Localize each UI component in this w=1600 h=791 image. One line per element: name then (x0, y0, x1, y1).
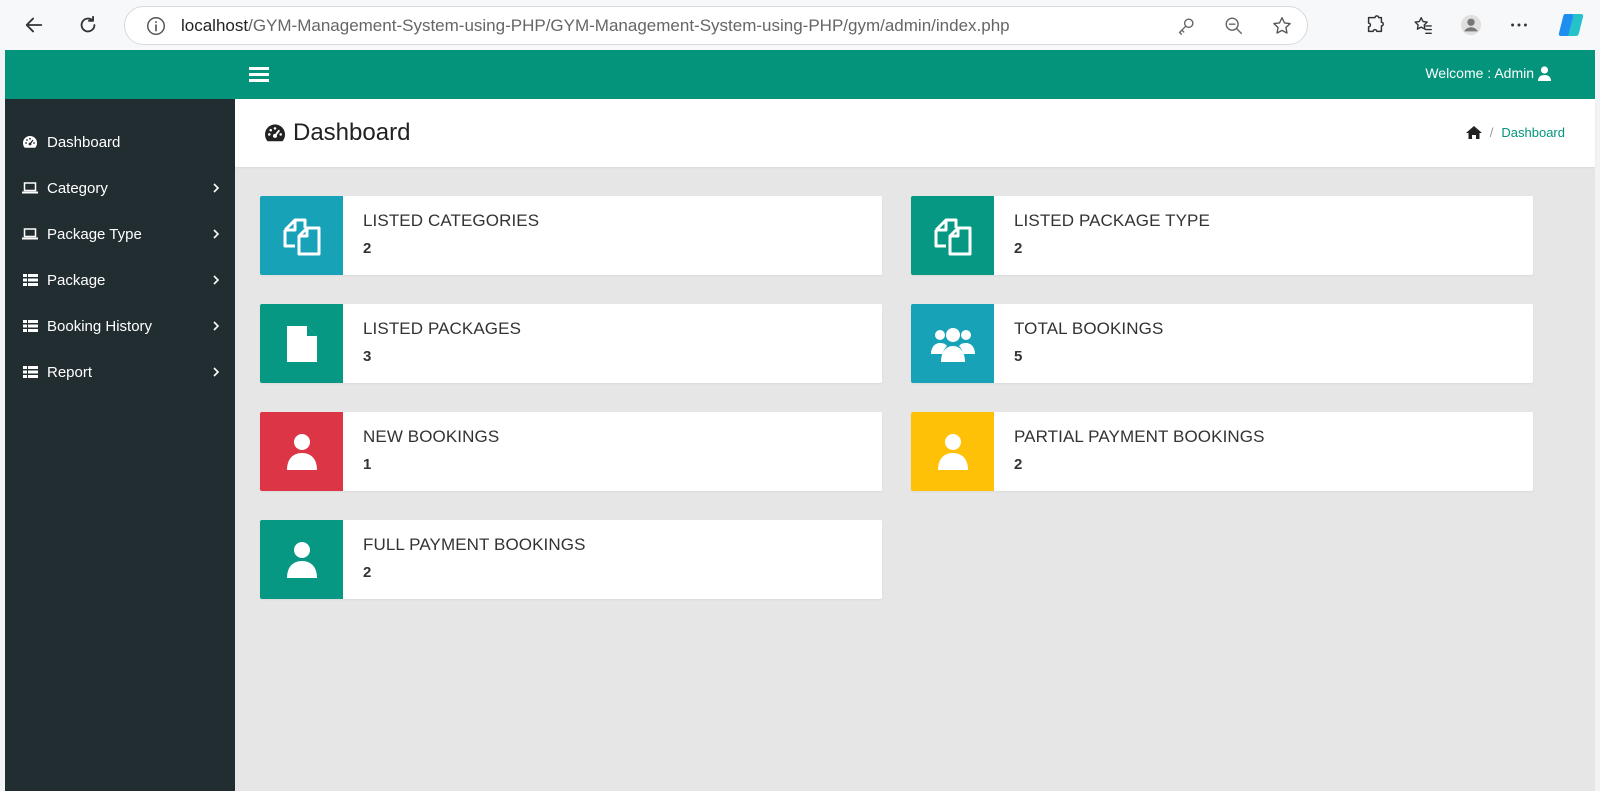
sidebar-item-label: Report (47, 363, 93, 381)
laptop-icon (22, 226, 38, 242)
file-icon (286, 325, 317, 362)
card-title: TOTAL BOOKINGS (1014, 319, 1164, 338)
card-listed-packages: LISTED PACKAGES 3 (260, 304, 882, 383)
card-title: LISTED CATEGORIES (363, 211, 540, 230)
card-icon-box (911, 412, 994, 491)
card-body: TOTAL BOOKINGS 5 (994, 304, 1163, 383)
hamburger-menu-icon[interactable] (249, 66, 269, 83)
chevron-right-icon (213, 183, 220, 193)
card-value: 2 (1014, 240, 1023, 257)
sidebar-item-package[interactable]: Package (5, 257, 235, 303)
admin-app: Dashboard Category Package Type Package … (5, 50, 1595, 791)
card-value: 2 (363, 564, 372, 581)
sidebar-item-label: Booking History (47, 317, 153, 335)
welcome-text: Welcome : Admin (1425, 65, 1534, 81)
star-icon[interactable] (1271, 15, 1293, 37)
chevron-right-icon (213, 321, 220, 331)
card-new-bookings: NEW BOOKINGS 1 (260, 412, 882, 491)
card-icon-box (260, 520, 343, 599)
copilot-icon[interactable] (1556, 10, 1586, 40)
chevron-right-icon (213, 229, 220, 239)
card-body: LISTED PACKAGES 3 (343, 304, 521, 383)
card-body: FULL PAYMENT BOOKINGS 2 (343, 520, 586, 599)
profile-icon[interactable] (1460, 14, 1482, 36)
card-value: 3 (363, 348, 372, 365)
info-icon[interactable] (145, 15, 167, 37)
chevron-right-icon (213, 367, 220, 377)
user-icon (286, 541, 317, 578)
user-icon (1538, 65, 1551, 81)
sidebar-brand (5, 50, 235, 99)
card-listed-package-type: LISTED PACKAGE TYPE 2 (911, 196, 1533, 275)
list-icon (22, 364, 38, 380)
sidebar-item-booking-history[interactable]: Booking History (5, 303, 235, 349)
top-navbar: Welcome : Admin (235, 50, 1595, 99)
card-body: LISTED CATEGORIES 2 (343, 196, 539, 275)
card-value: 5 (1014, 348, 1023, 365)
card-body: NEW BOOKINGS 1 (343, 412, 499, 491)
card-icon-box (911, 304, 994, 383)
user-icon (937, 433, 968, 470)
sidebar-item-label: Dashboard (47, 133, 121, 151)
card-title: FULL PAYMENT BOOKINGS (363, 535, 586, 554)
breadcrumb-separator: / (1489, 125, 1494, 140)
back-icon[interactable] (17, 8, 51, 42)
card-total-bookings: TOTAL BOOKINGS 5 (911, 304, 1533, 383)
card-icon-box (260, 304, 343, 383)
card-title: LISTED PACKAGES (363, 319, 522, 338)
card-body: LISTED PACKAGE TYPE 2 (994, 196, 1210, 275)
sidebar-item-label: Package (47, 271, 106, 289)
dashboard-icon (22, 134, 38, 150)
breadcrumb-current: Dashboard (1501, 125, 1565, 140)
page-title-text: Dashboard (293, 119, 411, 146)
card-icon-box (911, 196, 994, 275)
sidebar-item-dashboard[interactable]: Dashboard (5, 119, 235, 165)
address-bar[interactable]: localhost/GYM-Management-System-using-PH… (124, 6, 1308, 45)
more-icon[interactable] (1508, 14, 1530, 36)
list-icon (22, 318, 38, 334)
card-value: 1 (363, 456, 372, 473)
list-icon (22, 272, 38, 288)
zoom-out-icon[interactable] (1223, 15, 1245, 37)
card-listed-categories: LISTED CATEGORIES 2 (260, 196, 882, 275)
sidebar-item-category[interactable]: Category (5, 165, 235, 211)
welcome-user-menu[interactable]: Welcome : Admin (1425, 65, 1551, 81)
card-full-payment-bookings: FULL PAYMENT BOOKINGS 2 (260, 520, 882, 599)
sidebar-item-label: Package Type (47, 225, 142, 243)
sidebar-item-package-type[interactable]: Package Type (5, 211, 235, 257)
browser-toolbar: localhost/GYM-Management-System-using-PH… (0, 0, 1600, 50)
dashboard-icon (265, 124, 286, 142)
sidebar-item-report[interactable]: Report (5, 349, 235, 395)
card-title: NEW BOOKINGS (363, 427, 500, 446)
page-header: Dashboard / Dashboard (235, 99, 1595, 167)
favorites-icon[interactable] (1412, 14, 1434, 36)
card-icon-box (260, 196, 343, 275)
users-icon (930, 327, 975, 362)
card-value: 2 (363, 240, 372, 257)
key-icon[interactable] (1175, 15, 1197, 37)
reload-icon[interactable] (71, 8, 105, 42)
card-value: 2 (1014, 456, 1023, 473)
chevron-right-icon (213, 275, 220, 285)
url-text: localhost/GYM-Management-System-using-PH… (181, 15, 1010, 35)
laptop-icon (22, 180, 38, 196)
card-body: PARTIAL PAYMENT BOOKINGS 2 (994, 412, 1265, 491)
extensions-icon[interactable] (1364, 14, 1386, 36)
user-icon (286, 433, 317, 470)
page-title: Dashboard (263, 119, 410, 147)
copy-icon (934, 218, 971, 255)
sidebar-item-label: Category (47, 179, 108, 197)
card-partial-payment-bookings: PARTIAL PAYMENT BOOKINGS 2 (911, 412, 1533, 491)
home-icon[interactable] (1465, 126, 1482, 139)
sidebar-menu: Dashboard Category Package Type Package … (5, 99, 235, 395)
sidebar: Dashboard Category Package Type Package … (5, 50, 235, 791)
card-icon-box (260, 412, 343, 491)
card-title: PARTIAL PAYMENT BOOKINGS (1014, 427, 1265, 446)
card-title: LISTED PACKAGE TYPE (1014, 211, 1210, 230)
copy-icon (283, 218, 320, 255)
breadcrumb: / Dashboard (1465, 125, 1565, 140)
